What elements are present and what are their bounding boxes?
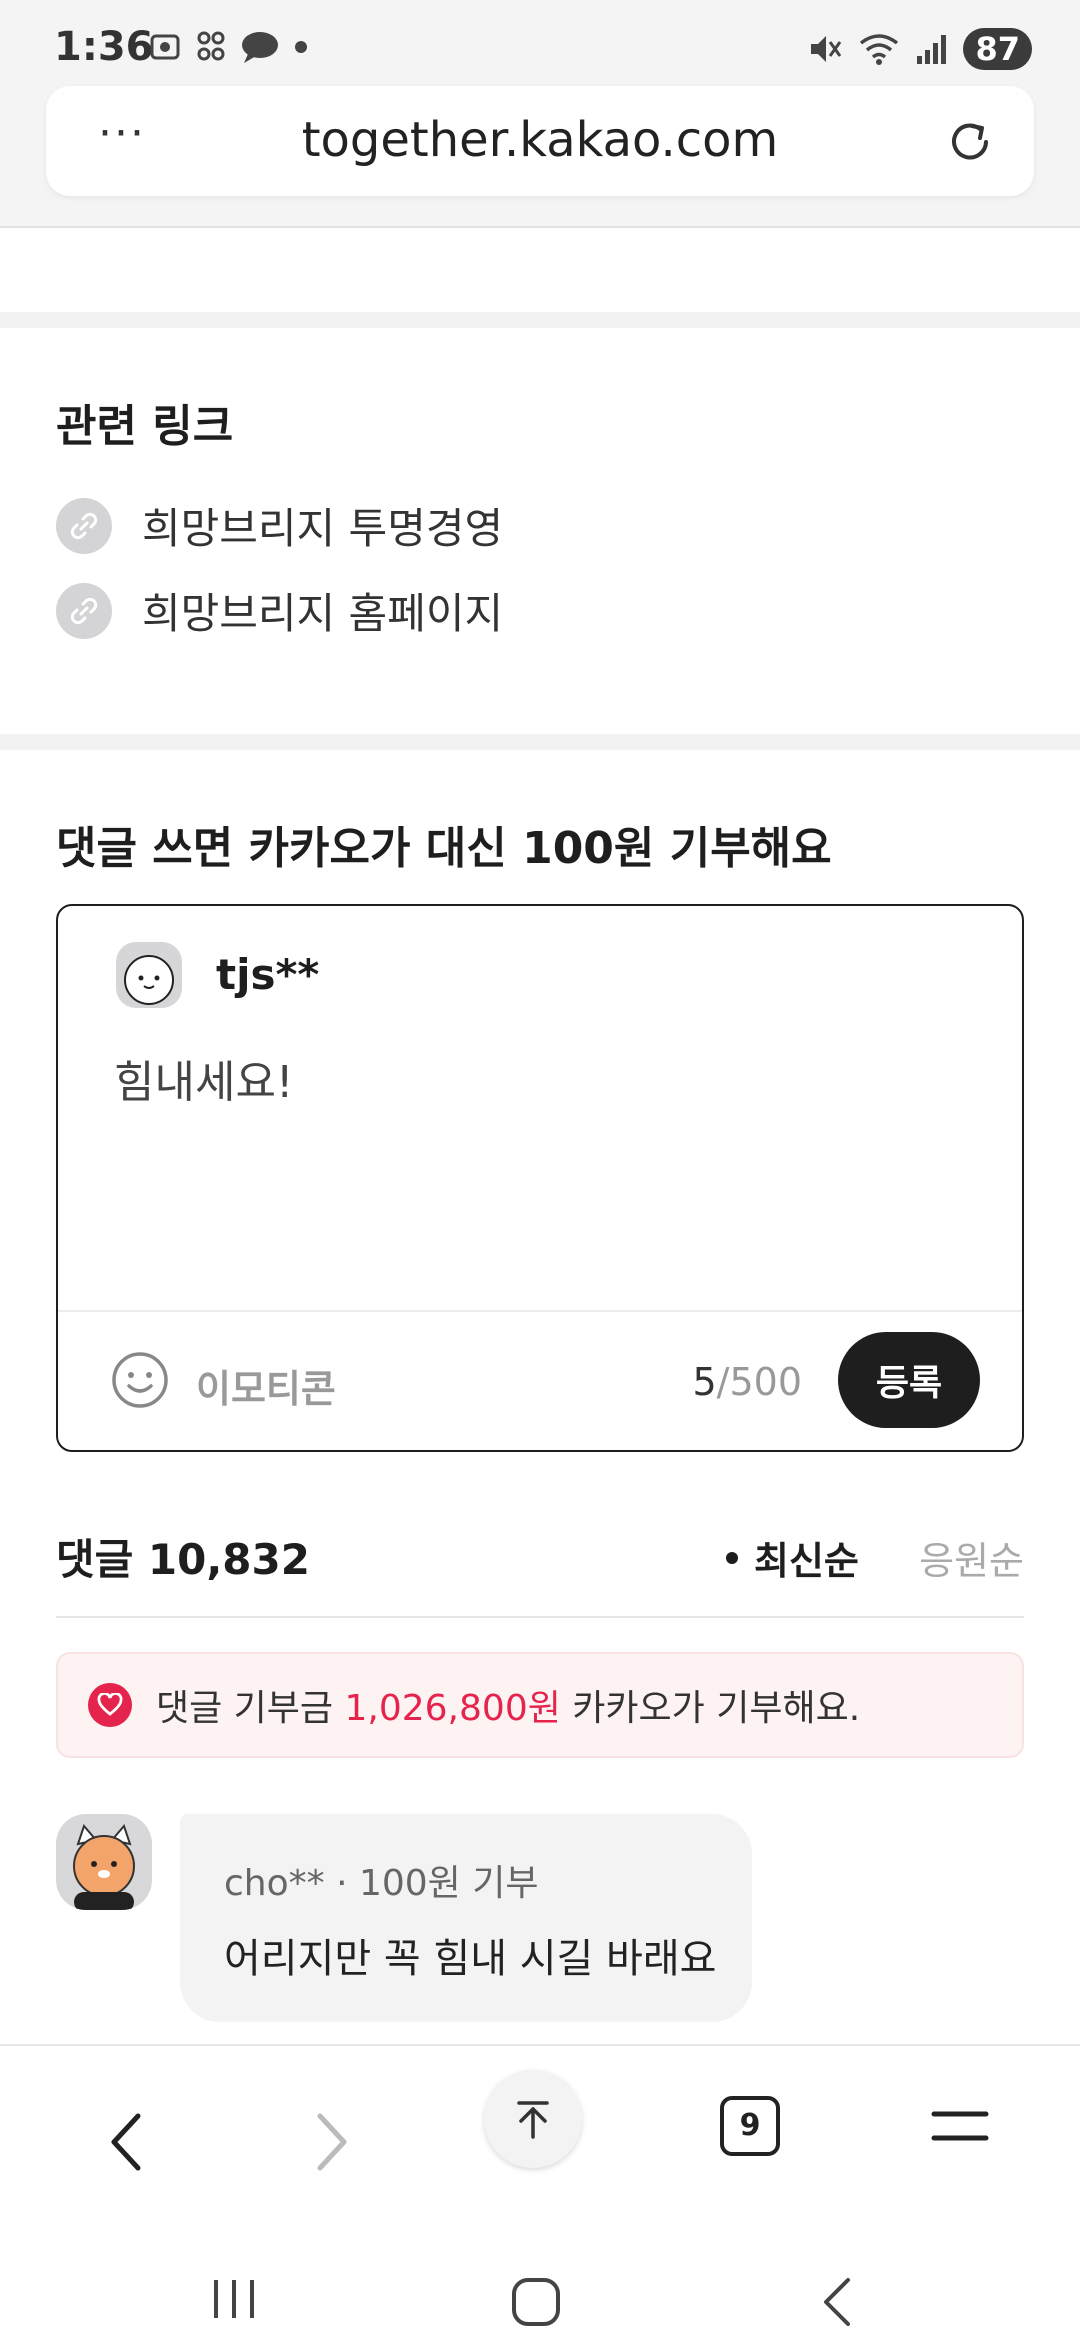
donation-amount: 1,026,800원 xyxy=(344,1688,561,1729)
banner-prefix: 댓글 기부금 xyxy=(156,1688,345,1729)
comment-text: 어리지만 꼭 힘내 시길 바래요 xyxy=(224,1936,717,1982)
status-time: 1:36 xyxy=(54,24,154,70)
comment-meta: cho** · 100원 기부 xyxy=(224,1863,539,1904)
comment-input[interactable] xyxy=(114,1046,974,1276)
related-links-title: 관련 링크 xyxy=(56,401,234,452)
comment-section-heading: 댓글 쓰면 카카오가 대신 100원 기부해요 xyxy=(56,823,832,874)
chat-bubble-icon xyxy=(242,32,278,63)
dot-icon xyxy=(295,41,307,53)
screenshot-icon xyxy=(150,34,180,60)
char-count-max: /500 xyxy=(716,1360,802,1404)
system-icons: 87 xyxy=(807,28,1032,70)
recent-apps-icon[interactable] xyxy=(206,2274,262,2324)
system-navigation-bar xyxy=(0,2260,1080,2340)
battery-level: 87 xyxy=(963,28,1032,70)
related-link-transparency[interactable]: 희망브리지 투명경영 xyxy=(56,495,503,556)
wifi-icon xyxy=(860,34,899,65)
home-icon[interactable] xyxy=(508,2274,564,2330)
related-link-homepage[interactable]: 희망브리지 홈페이지 xyxy=(56,580,503,641)
donation-banner-text: 댓글 기부금 1,026,800원 카카오가 기부해요. xyxy=(156,1679,860,1731)
related-link-label[interactable]: 희망브리지 홈페이지 xyxy=(142,580,503,641)
status-bar: 1:36 87 xyxy=(0,0,1080,96)
donation-banner: 댓글 기부금 1,026,800원 카카오가 기부해요. xyxy=(56,1652,1024,1758)
avatar xyxy=(56,1814,152,1910)
sort-latest-tab[interactable]: 최신순 xyxy=(726,1530,859,1585)
reload-icon[interactable] xyxy=(942,114,998,170)
selected-dot-icon xyxy=(726,1551,738,1564)
avatar xyxy=(116,942,182,1008)
section-separator xyxy=(0,312,1080,328)
link-icon xyxy=(56,497,112,554)
comment-username: tjs** xyxy=(216,950,320,999)
app-grid-icon xyxy=(197,31,225,61)
banner-suffix: 카카오가 기부해요. xyxy=(560,1688,861,1729)
system-back-icon[interactable] xyxy=(812,2274,862,2330)
char-count-current: 5 xyxy=(692,1360,717,1404)
comment-form: tjs** 이모티콘 5/500 등록 xyxy=(56,904,1024,1452)
char-counter: 5/500 xyxy=(692,1360,802,1404)
browser-top-area: 1:36 87 ··· together.kakao.com xyxy=(0,0,1080,228)
section-separator xyxy=(0,734,1080,750)
back-icon[interactable] xyxy=(96,2102,156,2182)
tabs-button[interactable]: 9 xyxy=(720,2096,780,2156)
emoticon-button[interactable]: 이모티콘 xyxy=(196,1358,336,1413)
sort-support-tab[interactable]: 응원순 xyxy=(919,1530,1024,1585)
link-icon xyxy=(56,582,112,639)
heart-icon xyxy=(88,1683,132,1727)
comment-bubble: cho** · 100원 기부 어리지만 꼭 힘내 시길 바래요 xyxy=(180,1814,752,2022)
mute-icon xyxy=(811,36,842,62)
related-link-label[interactable]: 희망브리지 투명경영 xyxy=(142,495,503,556)
sort-latest-label: 최신순 xyxy=(754,1539,859,1583)
emoticon-icon[interactable] xyxy=(110,1350,170,1410)
browser-toolbar: 9 xyxy=(0,2044,1080,2260)
arrow-up-icon xyxy=(517,2101,549,2139)
submit-comment-button[interactable]: 등록 xyxy=(838,1332,980,1428)
divider xyxy=(58,1310,1022,1312)
scroll-to-top-button[interactable] xyxy=(484,2070,582,2168)
signal-icon xyxy=(917,35,947,64)
url-bar[interactable]: ··· together.kakao.com xyxy=(46,86,1034,196)
notification-icons xyxy=(148,30,308,64)
comment-count: 댓글 10,832 xyxy=(56,1535,310,1584)
menu-icon[interactable] xyxy=(930,2106,990,2146)
forward-icon[interactable] xyxy=(302,2102,362,2182)
url-text[interactable]: together.kakao.com xyxy=(46,112,1034,168)
divider xyxy=(56,1616,1024,1618)
